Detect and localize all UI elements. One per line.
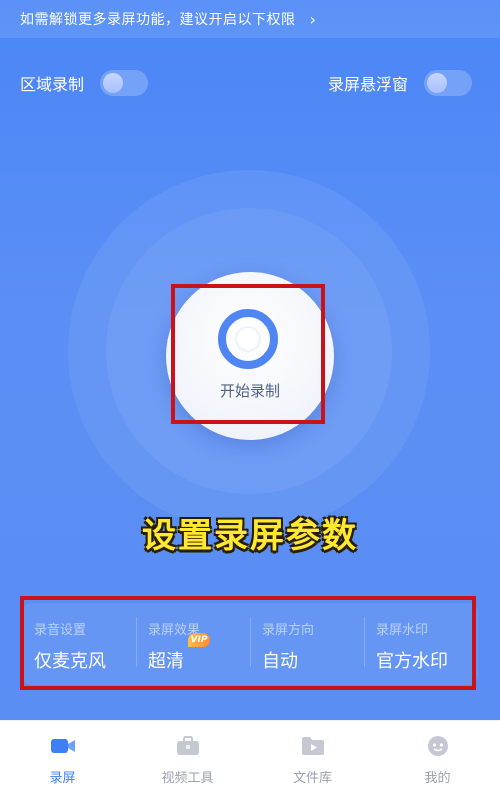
highlight-box-settings <box>20 596 476 690</box>
tab-mine[interactable]: 我的 <box>375 721 500 789</box>
float-window-row: 录屏悬浮窗 <box>328 70 473 96</box>
region-record-label: 区域录制 <box>20 75 85 94</box>
tab-record[interactable]: 录屏 <box>0 721 125 789</box>
toolbox-icon <box>176 736 199 755</box>
toggle-knob <box>103 73 124 93</box>
permission-notice-bar[interactable]: 如需解锁更多录屏功能，建议开启以下权限 › <box>0 0 500 38</box>
region-record-row: 区域录制 <box>20 70 149 96</box>
tab-video-tools-label: 视频工具 <box>161 771 214 786</box>
tab-file-library-label: 文件库 <box>292 771 332 786</box>
float-window-label: 录屏悬浮窗 <box>328 75 409 94</box>
user-avatar-icon <box>427 736 448 756</box>
tab-record-label: 录屏 <box>49 771 76 786</box>
highlight-box-record <box>171 284 325 424</box>
tab-mine-label: 我的 <box>424 771 451 786</box>
float-window-toggle[interactable] <box>424 70 473 96</box>
permission-notice-text: 如需解锁更多录屏功能，建议开启以下权限 <box>20 12 296 28</box>
tab-file-library[interactable]: 文件库 <box>250 721 375 789</box>
record-screen: 如需解锁更多录屏功能，建议开启以下权限 › 区域录制 录屏悬浮窗 开始录制 设置… <box>0 0 500 720</box>
tab-video-tools[interactable]: 视频工具 <box>125 721 250 789</box>
bottom-tab-bar: 录屏 视频工具 文件库 我的 <box>0 720 500 789</box>
folder-play-icon <box>301 737 324 755</box>
region-record-toggle[interactable] <box>100 70 149 96</box>
chevron-right-icon: › <box>309 9 317 29</box>
caption-overlay: 设置录屏参数 <box>142 516 358 556</box>
toggle-knob <box>427 73 448 93</box>
video-camera-icon <box>50 739 75 753</box>
